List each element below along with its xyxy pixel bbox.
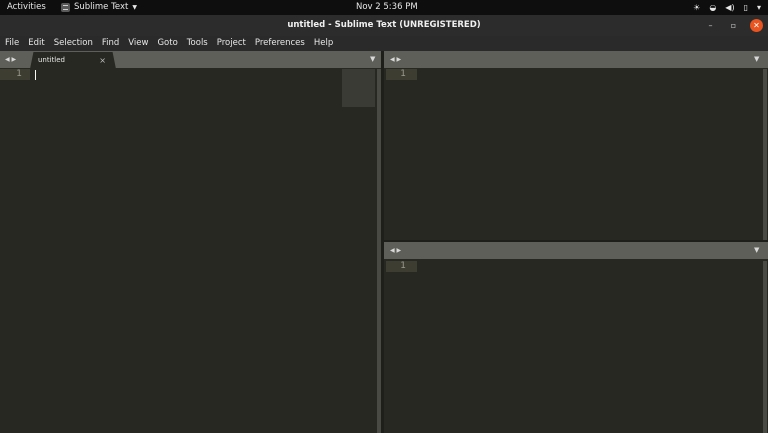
- menu-find[interactable]: Find: [97, 36, 123, 51]
- tab-dropdown-icon[interactable]: ▼: [754, 51, 759, 68]
- menu-tools[interactable]: Tools: [182, 36, 212, 51]
- chevron-down-icon: ▼: [132, 4, 137, 11]
- text-cursor: [35, 70, 36, 80]
- minimap-viewport[interactable]: [342, 69, 375, 107]
- window-title-bar: untitled - Sublime Text (UNREGISTERED) –…: [0, 15, 768, 36]
- close-button[interactable]: ✕: [750, 19, 763, 32]
- menu-preferences[interactable]: Preferences: [250, 36, 309, 51]
- wifi-icon[interactable]: ◒: [709, 0, 716, 15]
- menu-help[interactable]: Help: [309, 36, 337, 51]
- menu-bar: File Edit Selection Find View Goto Tools…: [0, 36, 768, 51]
- system-top-bar: Activities Sublime Text ▼ Nov 2 5:36 PM …: [0, 0, 768, 15]
- window-title: untitled - Sublime Text (UNREGISTERED): [287, 20, 481, 30]
- line-number: 1: [0, 69, 30, 80]
- battery-icon[interactable]: ▯: [744, 0, 748, 15]
- tab-close-icon[interactable]: ×: [99, 52, 106, 69]
- volume-icon[interactable]: ◀): [725, 0, 734, 15]
- clock[interactable]: Nov 2 5:36 PM: [356, 0, 418, 15]
- system-menu-icon[interactable]: ▾: [757, 0, 761, 15]
- bottom-right-tab-bar: ◀ ▶ ▼: [384, 242, 768, 259]
- line-number: 1: [386, 261, 417, 272]
- line-number: 1: [386, 69, 417, 80]
- app-menu-button[interactable]: Sublime Text ▼: [61, 0, 137, 15]
- top-right-tab-bar: ◀ ▶ ▼: [384, 51, 768, 68]
- menu-goto[interactable]: Goto: [153, 36, 182, 51]
- menu-edit[interactable]: Edit: [24, 36, 49, 51]
- maximize-button[interactable]: ▫: [727, 19, 740, 32]
- window-controls: – ▫ ✕: [704, 19, 763, 32]
- tab-dropdown-icon[interactable]: ▼: [370, 51, 375, 68]
- tab-nav-arrows-icon[interactable]: ◀ ▶: [390, 242, 401, 259]
- brightness-icon[interactable]: ☀: [693, 0, 700, 15]
- app-menu-label: Sublime Text: [74, 2, 129, 12]
- bottom-right-scrollbar[interactable]: [763, 261, 767, 433]
- tab-label: untitled: [38, 56, 66, 64]
- left-tab-bar: ◀ ▶ untitled × ▼: [0, 51, 383, 69]
- menu-file[interactable]: File: [0, 36, 24, 51]
- menu-selection[interactable]: Selection: [49, 36, 97, 51]
- top-right-scrollbar[interactable]: [763, 69, 767, 241]
- sublime-app-icon: [61, 3, 70, 12]
- tab-nav-arrows-icon[interactable]: ◀ ▶: [390, 51, 401, 68]
- tab-nav-arrows-icon[interactable]: ◀ ▶: [5, 51, 16, 68]
- menu-view[interactable]: View: [124, 36, 153, 51]
- tab-dropdown-icon[interactable]: ▼: [754, 242, 759, 259]
- tab-untitled[interactable]: untitled ×: [30, 52, 116, 69]
- activities-button[interactable]: Activities: [7, 0, 46, 15]
- menu-project[interactable]: Project: [212, 36, 250, 51]
- minimize-button[interactable]: –: [704, 19, 717, 32]
- system-tray[interactable]: ☀ ◒ ◀) ▯ ▾: [693, 0, 761, 15]
